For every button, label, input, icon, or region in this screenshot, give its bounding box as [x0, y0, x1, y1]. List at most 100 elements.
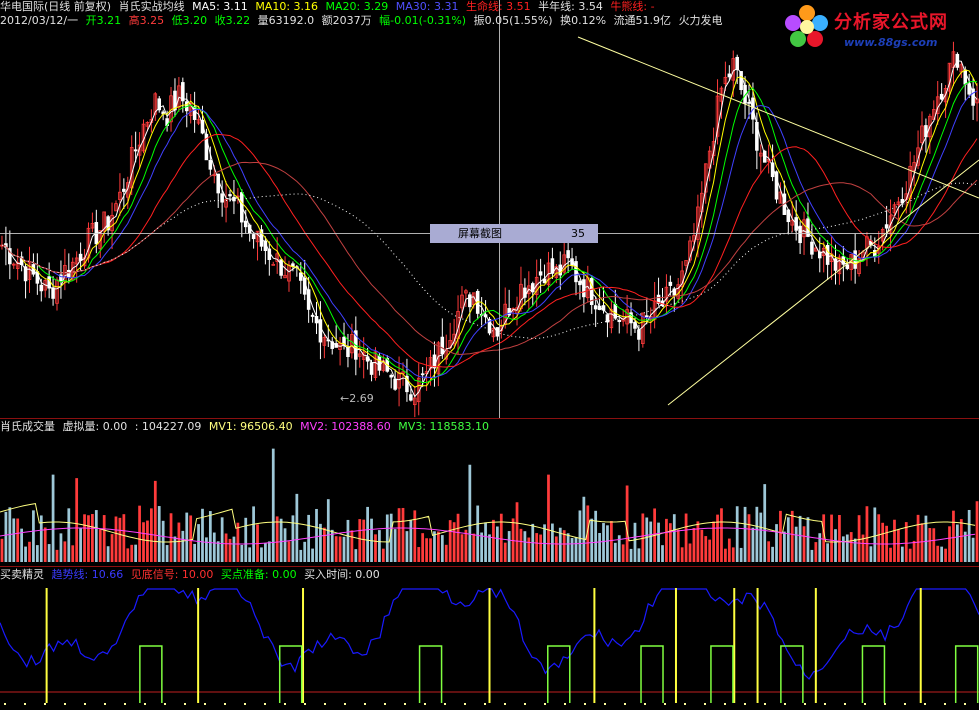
tick-dot [864, 703, 866, 705]
candle-body [853, 250, 857, 269]
buy-prepare-box [861, 645, 886, 703]
stock-chart-window: 华电国际(日线 前复权) 肖氏实战均线 MA5: 3.11 MA10: 3.16… [0, 0, 979, 710]
tick-dot [204, 703, 206, 705]
candle-body [668, 281, 673, 286]
low-price-value: 2.69 [349, 392, 374, 405]
tick-dot [604, 703, 606, 705]
buy-time-value: 买入时间: 0.00 [304, 568, 380, 581]
tick-dot [464, 703, 466, 705]
tick-dot [304, 703, 306, 705]
candle-body [440, 336, 445, 355]
tick-dot [164, 703, 166, 705]
candle-body [420, 373, 425, 376]
candle-body [617, 320, 622, 323]
bull-bear-line [1, 182, 978, 339]
buy-prepare-value: 买点准备: 0.00 [220, 568, 297, 581]
candle-body [208, 159, 213, 170]
candle-body [389, 374, 393, 378]
chart-canvas[interactable] [0, 0, 979, 710]
buy-prepare-box [278, 645, 303, 703]
trend-line-value: 趋势线: 10.66 [51, 568, 124, 581]
candle-body [845, 264, 850, 269]
candle-body [318, 319, 323, 343]
tick-dot [184, 703, 186, 705]
candle-body [393, 378, 397, 390]
tick-dot [24, 703, 26, 705]
candle-body [939, 93, 944, 100]
volume-value: : 104227.09 [134, 420, 202, 433]
candle-body [310, 314, 315, 317]
tick-dot [684, 703, 686, 705]
tooltip-label: 屏幕截图 [458, 227, 502, 240]
buy-prepare-box [139, 645, 163, 703]
tick-dot [144, 703, 146, 705]
tick-dot [804, 703, 806, 705]
candle-body [279, 259, 283, 276]
resistance-trendline [577, 36, 979, 199]
screenshot-tooltip[interactable]: 屏幕截图 35 [430, 224, 598, 243]
mv1-value: MV1: 96506.40 [208, 420, 293, 433]
tick-dot [124, 703, 126, 705]
tick-dot [244, 703, 246, 705]
candle-body [243, 220, 248, 228]
tick-dot [344, 703, 346, 705]
tick-dot [584, 703, 586, 705]
tick-dot [364, 703, 366, 705]
tick-dot [64, 703, 66, 705]
candle-body [747, 101, 751, 104]
candle-body [593, 305, 598, 310]
candle-body [468, 294, 472, 308]
buy-prepare-box [418, 645, 443, 703]
virtual-volume: 虚拟量: 0.00 [62, 420, 128, 433]
candle-body [271, 263, 276, 266]
tick-dot [904, 703, 906, 705]
candle-body [369, 362, 374, 375]
tick-dot [664, 703, 666, 705]
tick-dot [504, 703, 506, 705]
candle-body [409, 394, 413, 401]
candle-body [884, 224, 889, 229]
buy-prepare-box [954, 645, 979, 703]
buy-prepare-box [710, 645, 734, 703]
candle-body [192, 106, 197, 120]
panel-divider-signal [0, 566, 979, 567]
tooltip-value: 35 [571, 227, 585, 240]
buy-prepare-box [640, 645, 664, 703]
tick-dot [944, 703, 946, 705]
tick-dot [284, 703, 286, 705]
tick-dot [424, 703, 426, 705]
low-price-label: ←2.69 [340, 392, 374, 405]
candle-body [644, 315, 649, 318]
tick-dot [444, 703, 446, 705]
tick-dot [484, 703, 486, 705]
signal-panel-header: 买卖精灵 趋势线: 10.66 见底信号: 10.00 买点准备: 0.00 买… [0, 568, 384, 582]
volume-panel-header: 肖氏成交量 虚拟量: 0.00 : 104227.09 MV1: 96506.4… [0, 420, 493, 434]
tick-dot [544, 703, 546, 705]
tick-dot [844, 703, 846, 705]
candle-body [538, 271, 543, 276]
tick-dot [744, 703, 746, 705]
signal-title: 买卖精灵 [0, 568, 44, 581]
candle-body [637, 329, 641, 340]
tick-dot [564, 703, 566, 705]
mv2-value: MV2: 102388.60 [300, 420, 391, 433]
tick-dot [784, 703, 786, 705]
bottom-signal-value: 见底信号: 10.00 [130, 568, 214, 581]
tick-dot [384, 703, 386, 705]
tick-dot [724, 703, 726, 705]
tick-dot [44, 703, 46, 705]
tick-dot [824, 703, 826, 705]
tick-dot [224, 703, 226, 705]
tick-dot [264, 703, 266, 705]
candle-body [133, 149, 138, 152]
tick-dot [704, 703, 706, 705]
buy-prepare-box [547, 645, 571, 703]
tick-dot [884, 703, 886, 705]
crosshair-vertical [499, 0, 500, 418]
tick-dot [4, 703, 6, 705]
candle-body [377, 355, 382, 371]
support-trendline [667, 159, 979, 406]
candle-body [122, 188, 126, 192]
tick-dot [924, 703, 926, 705]
buy-prepare-box [780, 645, 804, 703]
